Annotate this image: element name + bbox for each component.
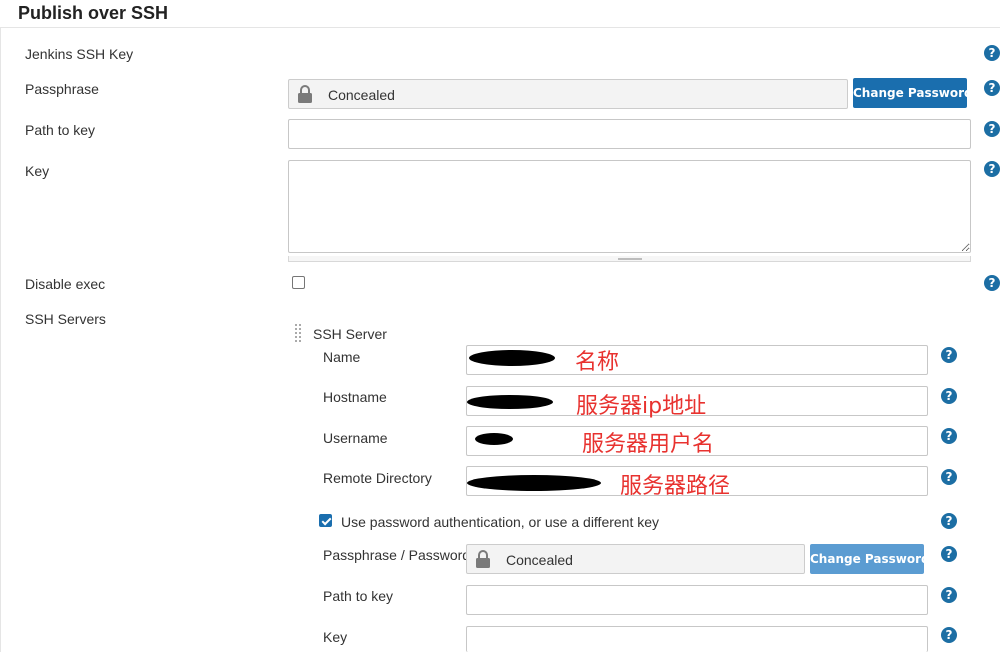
key-textarea[interactable] [288, 160, 971, 253]
passphrase-value: Concealed [328, 87, 395, 103]
help-icon[interactable]: ? [941, 546, 957, 562]
key-label: Key [25, 163, 50, 179]
ssh-servers-label: SSH Servers [25, 311, 106, 327]
help-icon[interactable]: ? [941, 469, 957, 485]
server-name-input[interactable] [466, 345, 928, 375]
redaction-mark [475, 433, 513, 445]
resize-grip-icon[interactable] [618, 258, 642, 260]
disable-exec-checkbox[interactable] [292, 276, 305, 289]
help-icon[interactable]: ? [984, 80, 1000, 96]
path-to-key-label: Path to key [25, 122, 96, 138]
ssh-server-header: SSH Server [313, 326, 387, 342]
server-path-to-key-input[interactable] [466, 585, 928, 615]
redaction-mark [467, 395, 553, 409]
use-password-label: Use password authentication, or use a di… [341, 514, 660, 530]
help-icon[interactable]: ? [941, 388, 957, 404]
jenkins-ssh-key-label: Jenkins SSH Key [25, 46, 134, 62]
server-key-textarea[interactable] [466, 626, 928, 652]
passphrase-concealed-field: Concealed [288, 79, 848, 109]
lock-icon [298, 85, 312, 103]
annotation-name: 名称 [575, 350, 620, 375]
help-icon[interactable]: ? [941, 347, 957, 363]
change-password-button[interactable]: Change Password [853, 78, 973, 108]
path-to-key-input[interactable] [288, 119, 971, 149]
help-icon[interactable]: ? [984, 121, 1000, 137]
help-icon[interactable]: ? [984, 161, 1000, 177]
annotation-hostname: 服务器ip地址 [576, 394, 707, 419]
passphrase-password-value: Concealed [506, 552, 573, 568]
help-icon[interactable]: ? [941, 587, 957, 603]
lock-icon [476, 550, 490, 568]
server-key-label: Key [323, 629, 348, 645]
passphrase-label: Passphrase [25, 81, 99, 97]
server-change-password-button[interactable]: Change Password [810, 544, 930, 574]
server-path-to-key-label: Path to key [323, 588, 394, 604]
help-icon[interactable]: ? [984, 45, 1000, 61]
drag-handle-icon[interactable] [295, 324, 303, 342]
remote-directory-label: Remote Directory [323, 470, 432, 486]
section-left-border [0, 28, 1, 652]
use-password-checkbox[interactable] [319, 514, 332, 527]
help-icon[interactable]: ? [941, 513, 957, 529]
help-icon[interactable]: ? [984, 275, 1000, 291]
username-label: Username [323, 430, 388, 446]
disable-exec-label: Disable exec [25, 276, 106, 292]
hostname-label: Hostname [323, 389, 387, 405]
textarea-resize-bar[interactable] [288, 256, 971, 262]
help-icon[interactable]: ? [941, 428, 957, 444]
redaction-mark [467, 475, 601, 491]
server-name-label: Name [323, 349, 361, 365]
passphrase-password-label: Passphrase / Password [323, 547, 471, 563]
passphrase-password-concealed-field: Concealed [466, 544, 805, 574]
help-icon[interactable]: ? [941, 627, 957, 643]
section-divider [0, 27, 1000, 28]
redaction-mark [469, 350, 555, 366]
annotation-remote-directory: 服务器路径 [620, 474, 731, 499]
annotation-username: 服务器用户名 [582, 432, 715, 457]
section-title: Publish over SSH [18, 3, 169, 23]
